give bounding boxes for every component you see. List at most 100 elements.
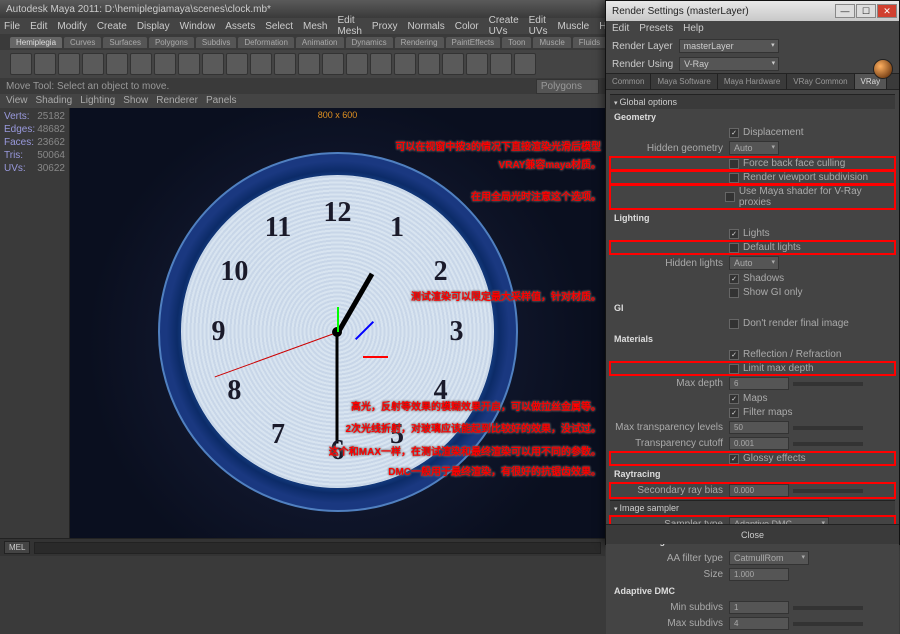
shelf-icon-18[interactable]	[442, 53, 464, 75]
min-subdivs-field[interactable]: 1	[729, 601, 789, 614]
max-trans-field[interactable]: 50	[729, 421, 789, 434]
shelf-tab-curves[interactable]: Curves	[64, 37, 101, 48]
shelf-tabs[interactable]: HemiplegiaCurvesSurfacesPolygonsSubdivsD…	[0, 34, 605, 50]
menu-proxy[interactable]: Proxy	[372, 21, 398, 32]
close-icon[interactable]: ✕	[877, 4, 897, 18]
main-menu-bar[interactable]: FileEditModifyCreateDisplayWindowAssetsS…	[0, 18, 605, 34]
panel-menu-renderer[interactable]: Renderer	[156, 95, 198, 107]
rw-tab-common[interactable]: Common	[606, 74, 651, 89]
force-backface-checkbox[interactable]	[729, 159, 739, 169]
shelf-icon-13[interactable]	[322, 53, 344, 75]
shelf-icon-2[interactable]	[58, 53, 80, 75]
shelf-icon-8[interactable]	[202, 53, 224, 75]
shelf-toolbar[interactable]	[0, 50, 605, 78]
viewport[interactable]: 800 x 600 121234567891011	[70, 108, 605, 538]
shelf-tab-dynamics[interactable]: Dynamics	[346, 37, 393, 48]
shelf-tab-subdivs[interactable]: Subdivs	[196, 37, 236, 48]
menu-window[interactable]: Window	[180, 21, 216, 32]
global-options-header[interactable]: Global options	[610, 94, 895, 109]
hidden-lights-dropdown[interactable]: Auto	[729, 256, 779, 270]
shelf-tab-muscle[interactable]: Muscle	[533, 37, 570, 48]
rw-menu-presets[interactable]: Presets	[639, 23, 673, 35]
axis-z[interactable]	[355, 321, 374, 340]
use-maya-shader-checkbox[interactable]	[725, 192, 735, 202]
displacement-checkbox[interactable]	[729, 128, 739, 138]
axis-x[interactable]	[363, 356, 388, 358]
menu-edit-mesh[interactable]: Edit Mesh	[337, 15, 361, 37]
shelf-tab-toon[interactable]: Toon	[502, 37, 531, 48]
shelf-tab-fluids[interactable]: Fluids	[573, 37, 606, 48]
shelf-icon-11[interactable]	[274, 53, 296, 75]
shadows-checkbox[interactable]	[729, 274, 739, 284]
maximize-icon[interactable]: ☐	[856, 4, 876, 18]
timeline[interactable]	[34, 542, 601, 554]
glossy-checkbox[interactable]	[729, 454, 739, 464]
shelf-icon-1[interactable]	[34, 53, 56, 75]
menu-normals[interactable]: Normals	[407, 21, 444, 32]
shelf-icon-10[interactable]	[250, 53, 272, 75]
shelf-icon-21[interactable]	[514, 53, 536, 75]
shelf-icon-15[interactable]	[370, 53, 392, 75]
close-button[interactable]: Close	[606, 524, 899, 544]
shelf-icon-12[interactable]	[298, 53, 320, 75]
shelf-icon-17[interactable]	[418, 53, 440, 75]
menu-display[interactable]: Display	[137, 21, 170, 32]
panel-menu-lighting[interactable]: Lighting	[80, 95, 115, 107]
render-layer-dropdown[interactable]: masterLayer	[679, 39, 779, 53]
shelf-icon-5[interactable]	[130, 53, 152, 75]
shelf-tab-animation[interactable]: Animation	[296, 37, 344, 48]
panel-menu-view[interactable]: View	[6, 95, 28, 107]
menu-color[interactable]: Color	[455, 21, 479, 32]
menu-assets[interactable]: Assets	[225, 21, 255, 32]
rw-tabs[interactable]: CommonMaya SoftwareMaya HardwareVRay Com…	[606, 73, 899, 90]
hidden-geo-dropdown[interactable]: Auto	[729, 141, 779, 155]
menu-edit[interactable]: Edit	[30, 21, 47, 32]
panel-menu-show[interactable]: Show	[123, 95, 148, 107]
menu-select[interactable]: Select	[265, 21, 293, 32]
shelf-icon-9[interactable]	[226, 53, 248, 75]
shelf-tab-deformation[interactable]: Deformation	[238, 37, 294, 48]
max-subdivs-field[interactable]: 4	[729, 617, 789, 630]
shelf-tab-hemiplegia[interactable]: Hemiplegia	[10, 37, 62, 48]
shelf-tab-polygons[interactable]: Polygons	[149, 37, 194, 48]
show-gi-checkbox[interactable]	[729, 288, 739, 298]
mel-label[interactable]: MEL	[4, 541, 30, 554]
render-using-dropdown[interactable]: V-Ray	[679, 57, 779, 71]
panel-menu[interactable]: ViewShadingLightingShowRendererPanels	[0, 94, 605, 108]
shelf-tab-surfaces[interactable]: Surfaces	[103, 37, 147, 48]
shelf-icon-14[interactable]	[346, 53, 368, 75]
max-depth-field[interactable]: 6	[729, 377, 789, 390]
sec-bias-field[interactable]: 0.000	[729, 484, 789, 497]
filter-maps-checkbox[interactable]	[729, 408, 739, 418]
max-depth-slider[interactable]	[793, 382, 863, 386]
render-viewport-checkbox[interactable]	[729, 173, 739, 183]
shelf-icon-16[interactable]	[394, 53, 416, 75]
image-sampler-header[interactable]: Image sampler	[610, 500, 895, 515]
menu-create[interactable]: Create	[97, 21, 127, 32]
menu-mesh[interactable]: Mesh	[303, 21, 327, 32]
shelf-icon-20[interactable]	[490, 53, 512, 75]
dont-render-checkbox[interactable]	[729, 319, 739, 329]
shelf-icon-19[interactable]	[466, 53, 488, 75]
rw-title-bar[interactable]: Render Settings (masterLayer) — ☐ ✕	[606, 1, 899, 21]
rw-tab-maya-hardware[interactable]: Maya Hardware	[718, 74, 787, 89]
layout-dropdown[interactable]: Polygons	[536, 79, 599, 94]
menu-edit-uvs[interactable]: Edit UVs	[529, 15, 548, 37]
default-lights-checkbox[interactable]	[729, 243, 739, 253]
rw-menu-bar[interactable]: Edit Presets Help	[606, 21, 899, 37]
shelf-tab-painteffects[interactable]: PaintEffects	[446, 37, 501, 48]
shelf-icon-3[interactable]	[82, 53, 104, 75]
rw-menu-help[interactable]: Help	[683, 23, 704, 35]
rw-tab-maya-software[interactable]: Maya Software	[651, 74, 717, 89]
menu-muscle[interactable]: Muscle	[558, 21, 590, 32]
menu-file[interactable]: File	[4, 21, 20, 32]
limit-depth-checkbox[interactable]	[729, 364, 739, 374]
menu-create-uvs[interactable]: Create UVs	[489, 15, 519, 37]
shelf-tab-rendering[interactable]: Rendering	[395, 37, 444, 48]
shelf-icon-0[interactable]	[10, 53, 32, 75]
rw-tab-vray-common[interactable]: VRay Common	[787, 74, 854, 89]
shelf-icon-6[interactable]	[154, 53, 176, 75]
axis-y[interactable]	[337, 307, 339, 332]
rw-menu-edit[interactable]: Edit	[612, 23, 629, 35]
panel-menu-panels[interactable]: Panels	[206, 95, 237, 107]
